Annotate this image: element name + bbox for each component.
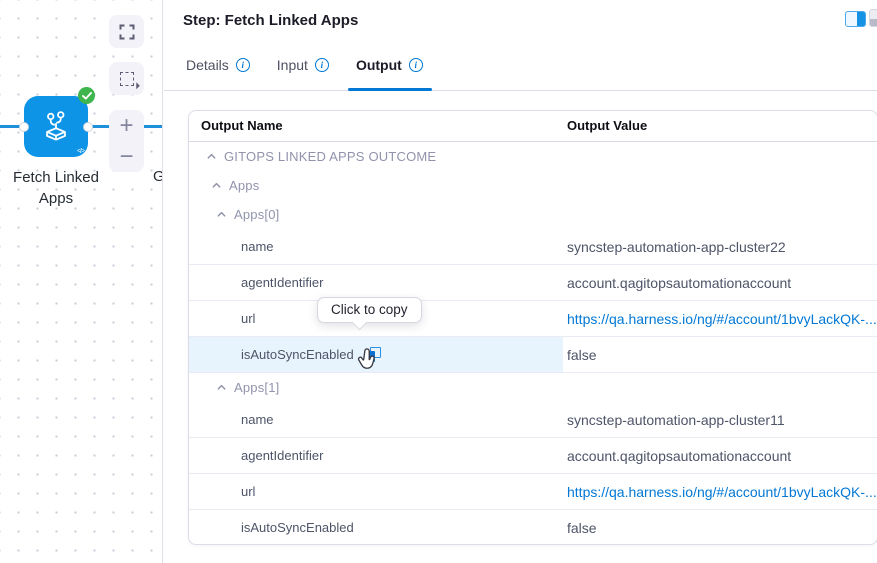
click-to-copy-tooltip: Click to copy (317, 297, 422, 331)
output-row-isAutoSyncEnabled: isAutoSyncEnabled false (189, 337, 877, 373)
output-row-url: url https://qa.harness.io/ng/#/account/1b… (189, 301, 877, 337)
output-row-name: name syncstep-automation-app-cluster22 (189, 229, 877, 265)
code-glyph-icon: </> (76, 148, 85, 155)
step-details-panel: Step: Fetch Linked Apps Details i Input … (164, 0, 877, 563)
tab-input-label: Input (276, 57, 308, 73)
panel-title: Step: Fetch Linked Apps (183, 12, 359, 29)
column-header-output-name: Output Name (201, 118, 283, 133)
group-label: Apps[0] (234, 207, 280, 222)
output-row-isAutoSyncEnabled: isAutoSyncEnabled false (189, 510, 877, 544)
node-output-port[interactable] (83, 122, 93, 132)
canvas-zoom-controls: + − (109, 110, 144, 172)
chevron-up-icon[interactable] (210, 180, 222, 192)
output-value: false (567, 346, 597, 363)
chevron-up-icon[interactable] (215, 209, 227, 221)
mouse-cursor-icon (357, 348, 378, 378)
pipeline-canvas[interactable]: </> Fetch Linked Apps G + − (0, 0, 163, 563)
tab-details-label: Details (186, 57, 229, 73)
table-header-row: Output Name Output Value (189, 111, 877, 142)
output-value: false (567, 519, 597, 536)
panel-layout-toggle-icon[interactable] (845, 11, 866, 27)
node-label: Fetch Linked Apps (13, 169, 99, 207)
tab-input[interactable]: Input i (277, 57, 329, 73)
output-name-cell[interactable]: name (189, 229, 563, 264)
canvas-select-button[interactable] (109, 62, 144, 95)
panel-minimize-icon[interactable] (869, 9, 877, 27)
output-value: account.qagitopsautomationaccount (567, 447, 792, 464)
output-row-url: url https://qa.harness.io/ng/#/account/1b… (189, 474, 877, 510)
output-group-row[interactable]: Apps[1] (189, 373, 877, 402)
info-icon[interactable]: i (408, 58, 423, 72)
output-value-link[interactable]: https://qa.harness.io/ng/#/account/1bvyL… (563, 484, 877, 500)
group-label: GITOPS LINKED APPS OUTCOME (224, 149, 437, 164)
output-name-cell[interactable]: agentIdentifier (189, 265, 563, 300)
tab-output-label: Output (355, 57, 402, 73)
output-row-agentIdentifier: agentIdentifier account.qagitopsautomatio… (189, 438, 877, 474)
zoom-out-button[interactable]: − (109, 141, 144, 172)
output-value: syncstep-automation-app-cluster11 (567, 411, 785, 428)
marquee-select-icon (119, 71, 134, 86)
output-value: syncstep-automation-app-cluster22 (567, 238, 786, 255)
output-key-label: name (241, 412, 274, 427)
fullscreen-icon (119, 24, 134, 39)
table-body: GITOPS LINKED APPS OUTCOME Apps Apps[0] nam… (189, 142, 877, 544)
output-name-cell[interactable]: name (189, 402, 563, 437)
gitops-step-icon (46, 110, 66, 141)
output-key-label: agentIdentifier (241, 275, 324, 290)
group-label: Apps (229, 178, 260, 193)
output-key-label: url (241, 484, 256, 499)
output-row-name: name syncstep-automation-app-cluster11 (189, 402, 877, 438)
tab-details[interactable]: Details i (186, 57, 250, 73)
output-key-label: name (241, 239, 274, 254)
output-table-card: Output Name Output Value GITOPS LINKED A… (188, 110, 877, 545)
output-value: account.qagitopsautomationaccount (567, 274, 792, 291)
pipeline-node-fetch-linked-apps[interactable]: </> (24, 96, 88, 157)
output-group-row[interactable]: Apps (189, 171, 877, 200)
group-label: Apps[1] (234, 380, 280, 395)
app-window: { "canvas": { "node": { "label": "Fetch … (0, 0, 877, 563)
tooltip-text: Click to copy (331, 302, 408, 317)
node-input-port[interactable] (19, 122, 29, 132)
output-key-label: isAutoSyncEnabled (241, 520, 354, 535)
output-name-cell[interactable]: isAutoSyncEnabled (189, 510, 563, 544)
next-node-label-clipped: G (153, 168, 162, 185)
output-group-row[interactable]: Apps[0] (189, 200, 877, 229)
output-group-row[interactable]: GITOPS LINKED APPS OUTCOME (189, 142, 877, 171)
active-tab-underline (348, 88, 432, 91)
output-name-cell[interactable]: agentIdentifier (189, 438, 563, 473)
output-key-label: url (241, 311, 256, 326)
output-key-label: isAutoSyncEnabled (241, 347, 354, 362)
zoom-in-button[interactable]: + (109, 110, 144, 141)
step-success-badge-icon (78, 87, 95, 104)
canvas-fullscreen-button[interactable] (109, 15, 144, 48)
tab-bar: Details i Input i Output i (186, 57, 423, 73)
info-icon[interactable]: i (314, 58, 329, 72)
chevron-up-icon[interactable] (205, 151, 217, 163)
chevron-up-icon[interactable] (215, 382, 227, 394)
output-row-agentIdentifier: agentIdentifier account.qagitopsautomatio… (189, 265, 877, 301)
info-icon[interactable]: i (235, 58, 250, 72)
output-key-label: agentIdentifier (241, 448, 324, 463)
output-name-cell[interactable]: url (189, 474, 563, 509)
tab-output[interactable]: Output i (356, 57, 423, 73)
output-value-link[interactable]: https://qa.harness.io/ng/#/account/1bvyL… (563, 311, 877, 327)
column-header-output-value: Output Value (567, 118, 648, 133)
tab-divider (164, 90, 877, 91)
